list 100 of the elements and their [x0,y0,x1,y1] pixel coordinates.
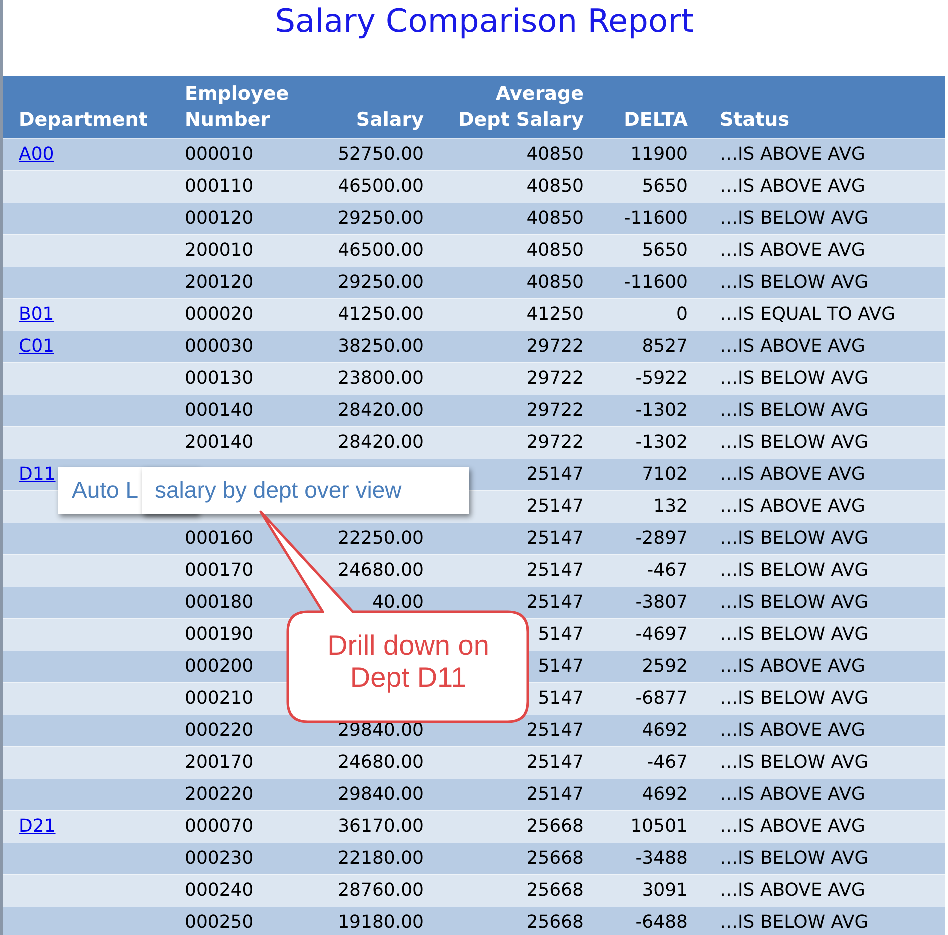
average-salary-cell: 25147 [526,592,584,613]
status-cell: …IS ABOVE AVG [720,880,866,901]
status-cell: …IS BELOW AVG [720,272,869,293]
status-cell: …IS ABOVE AVG [720,464,866,485]
salary-cell: 29250.00 [338,208,424,229]
delta-cell: -11600 [624,208,688,229]
delta-cell: 3091 [642,880,688,901]
report-title: Salary Comparison Report [274,1,695,42]
department-link[interactable]: A00 [19,144,54,165]
salary-cell: 36170.00 [338,816,424,837]
delta-cell: 5650 [642,240,688,261]
salary-cell: 46500.00 [338,176,424,197]
department-link[interactable]: D21 [19,816,56,837]
department-link[interactable]: D11 [19,464,56,485]
status-cell: …IS ABOVE AVG [720,784,866,805]
employee-number-cell: 200120 [185,272,254,293]
delta-cell: -1302 [636,432,688,453]
delta-cell: 5650 [642,176,688,197]
status-cell: …IS BELOW AVG [720,752,869,773]
average-salary-cell: 29722 [526,368,584,389]
employee-number-cell: 000240 [185,880,254,901]
average-salary-cell: 25147 [526,496,584,517]
department-link[interactable]: B01 [19,304,54,325]
employee-number-cell: 000200 [185,656,254,677]
employee-number-cell: 000250 [185,912,254,933]
column-header: Status [720,108,790,134]
average-salary-cell: 29722 [526,400,584,421]
tooltip: salary by dept over view [142,467,469,514]
average-salary-cell: 40850 [526,144,584,165]
department-link[interactable]: C01 [19,336,54,357]
employee-number-cell: 000020 [185,304,254,325]
average-salary-cell: 25147 [526,464,584,485]
salary-cell: 29250.00 [338,272,424,293]
salary-cell: 29840.00 [338,784,424,805]
salary-cell: 22250.00 [338,528,424,549]
status-cell: …IS BELOW AVG [720,592,869,613]
employee-number-cell: 000180 [185,592,254,613]
average-salary-cell: 40850 [526,272,584,293]
employee-number-cell: 000070 [185,816,254,837]
average-salary-cell: 40850 [526,176,584,197]
delta-cell: 10501 [630,816,688,837]
average-salary-cell: 25147 [526,560,584,581]
delta-cell: 7102 [642,464,688,485]
salary-cell: 38250.00 [338,336,424,357]
delta-cell: 132 [654,496,688,517]
salary-cell: 46500.00 [338,240,424,261]
delta-cell: -1302 [636,400,688,421]
salary-cell: 24680.00 [338,560,424,581]
salary-cell: 28420.00 [338,400,424,421]
delta-cell: -4697 [636,624,688,645]
average-salary-cell: 25668 [526,880,584,901]
average-salary-cell: 25668 [526,912,584,933]
employee-number-cell: 000230 [185,848,254,869]
employee-number-cell: 000130 [185,368,254,389]
salary-cell: 40.00 [372,592,424,613]
salary-cell: 23800.00 [338,368,424,389]
column-header: Department [19,108,148,134]
status-cell: …IS BELOW AVG [720,912,869,933]
delta-cell: -2897 [636,528,688,549]
average-salary-cell: 25147 [526,752,584,773]
delta-cell: -11600 [624,272,688,293]
average-salary-cell: 5147 [538,656,584,677]
average-salary-cell: 29722 [526,432,584,453]
status-cell: …IS ABOVE AVG [720,496,866,517]
average-salary-cell: 25147 [526,720,584,741]
employee-number-cell: 000140 [185,400,254,421]
average-salary-cell: 5147 [538,624,584,645]
salary-cell: 22180.00 [338,848,424,869]
status-cell: …IS BELOW AVG [720,432,869,453]
salary-cell: 28760.00 [338,880,424,901]
average-salary-cell: 41250 [526,304,584,325]
status-cell: …IS BELOW AVG [720,624,869,645]
salary-cell: 24680.00 [338,752,424,773]
employee-number-cell: 000110 [185,176,254,197]
status-cell: …IS BELOW AVG [720,560,869,581]
employee-number-cell: 200220 [185,784,254,805]
status-cell: …IS BELOW AVG [720,848,869,869]
status-cell: …IS BELOW AVG [720,400,869,421]
salary-cell: 19180.00 [338,912,424,933]
average-salary-cell: 40850 [526,208,584,229]
status-cell: …IS EQUAL TO AVG [720,304,896,325]
delta-cell: -5922 [636,368,688,389]
employee-number-cell: 200170 [185,752,254,773]
employee-number-cell: 000010 [185,144,254,165]
delta-cell: 4692 [642,720,688,741]
employee-number-cell: 000030 [185,336,254,357]
delta-cell: -3807 [636,592,688,613]
status-cell: …IS ABOVE AVG [720,816,866,837]
delta-cell: -3488 [636,848,688,869]
salary-cell: 41250.00 [338,304,424,325]
column-header: DELTA [624,108,688,134]
employee-number-cell: 000210 [185,688,254,709]
salary-cell: 52750.00 [338,144,424,165]
delta-cell: -6877 [636,688,688,709]
employee-number-cell: 000160 [185,528,254,549]
status-cell: …IS BELOW AVG [720,528,869,549]
delta-cell: -467 [647,752,688,773]
status-cell: …IS BELOW AVG [720,368,869,389]
delta-cell: 4692 [642,784,688,805]
employee-number-cell: 000220 [185,720,254,741]
